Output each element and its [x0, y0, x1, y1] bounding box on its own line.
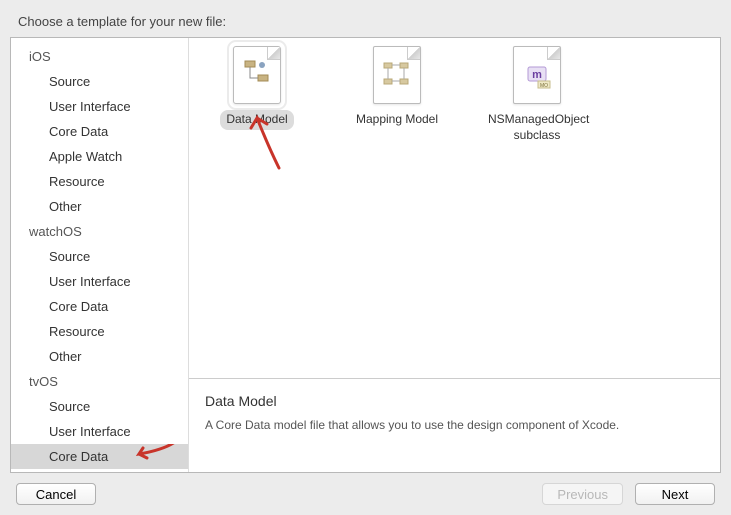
template-item-data-model[interactable]: Data Model	[201, 46, 313, 130]
file-icon	[373, 46, 421, 104]
sidebar[interactable]: iOS Source User Interface Core Data Appl…	[11, 38, 189, 472]
template-label: Data Model	[220, 110, 293, 130]
sidebar-item-tvos-core-data[interactable]: Core Data	[11, 444, 188, 469]
sidebar-item-tvos-source[interactable]: Source	[11, 394, 188, 419]
new-file-template-dialog: Choose a template for your new file: iOS…	[0, 0, 731, 515]
platform-header-tvos: tvOS	[11, 369, 188, 394]
sidebar-item-watchos-user-interface[interactable]: User Interface	[11, 269, 188, 294]
platform-header-watchos: watchOS	[11, 219, 188, 244]
sidebar-item-watchos-core-data[interactable]: Core Data	[11, 294, 188, 319]
button-row: Cancel Previous Next	[10, 473, 721, 505]
cancel-button[interactable]: Cancel	[16, 483, 96, 505]
sidebar-item-tvos-user-interface[interactable]: User Interface	[11, 419, 188, 444]
detail-description: A Core Data model file that allows you t…	[205, 417, 704, 434]
svg-text:m: m	[532, 69, 542, 81]
template-item-mapping-model[interactable]: Mapping Model	[341, 46, 453, 130]
detail-title: Data Model	[205, 393, 704, 409]
sidebar-item-watchos-source[interactable]: Source	[11, 244, 188, 269]
sidebar-item-watchos-resource[interactable]: Resource	[11, 319, 188, 344]
sidebar-item-ios-source[interactable]: Source	[11, 69, 188, 94]
template-label: Mapping Model	[350, 110, 444, 130]
sidebar-item-ios-apple-watch[interactable]: Apple Watch	[11, 144, 188, 169]
previous-button: Previous	[542, 483, 623, 505]
template-grid: Data Model Ma	[189, 38, 720, 378]
file-icon	[233, 46, 281, 104]
detail-pane: Data Model A Core Data model file that a…	[189, 378, 720, 472]
next-button[interactable]: Next	[635, 483, 715, 505]
annotation-arrow-icon	[129, 444, 177, 464]
content-area: Data Model Ma	[189, 38, 720, 472]
file-icon: m MO	[513, 46, 561, 104]
sidebar-item-ios-core-data[interactable]: Core Data	[11, 119, 188, 144]
sidebar-item-watchos-other[interactable]: Other	[11, 344, 188, 369]
template-label: NSManagedObject subclass	[482, 110, 592, 145]
dialog-title: Choose a template for your new file:	[10, 14, 721, 29]
sidebar-item-tvos-resource[interactable]: Resource	[11, 469, 188, 472]
platform-header-ios: iOS	[11, 44, 188, 69]
sidebar-item-ios-user-interface[interactable]: User Interface	[11, 94, 188, 119]
sidebar-item-ios-resource[interactable]: Resource	[11, 169, 188, 194]
template-item-nsmanagedobject-subclass[interactable]: m MO NSManagedObject subclass	[481, 46, 593, 145]
sidebar-item-ios-other[interactable]: Other	[11, 194, 188, 219]
main-content-box: iOS Source User Interface Core Data Appl…	[10, 37, 721, 473]
svg-text:MO: MO	[540, 83, 548, 89]
